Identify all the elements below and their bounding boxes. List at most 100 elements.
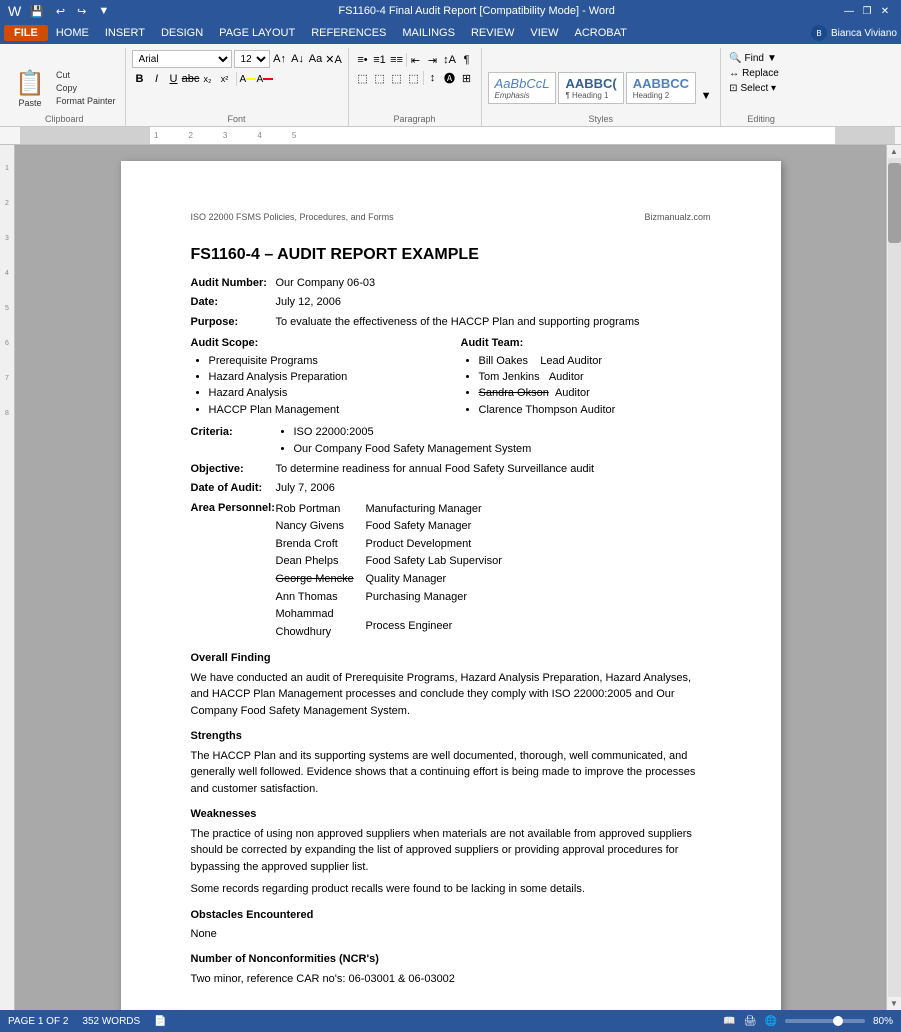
date-of-audit-row: Date of Audit: July 7, 2006 <box>191 481 711 496</box>
menu-file[interactable]: FILE <box>4 25 48 41</box>
borders-button[interactable]: ⊞ <box>459 70 475 86</box>
line-spacing-button[interactable]: ↕ <box>425 70 441 86</box>
grow-font-button[interactable]: A↑ <box>272 51 288 67</box>
numbering-button[interactable]: ≡1 <box>372 52 388 68</box>
user-name: Bianca Viviano <box>831 28 897 39</box>
find-dropdown-icon: ▼ <box>767 53 777 64</box>
text-highlight-button[interactable]: A <box>240 71 256 87</box>
bullets-button[interactable]: ≡• <box>355 52 371 68</box>
weaknesses-text2: Some records regarding product recalls w… <box>191 881 711 898</box>
font-group-label: Font <box>126 114 348 124</box>
personnel-title: Product Development <box>366 536 536 554</box>
menu-bar: FILE HOME INSERT DESIGN PAGE LAYOUT REFE… <box>0 22 901 44</box>
document-area[interactable]: ISO 22000 FSMS Policies, Procedures, and… <box>15 145 886 1010</box>
superscript-button[interactable]: x² <box>217 71 233 87</box>
purpose-label: Purpose: <box>191 315 276 330</box>
cut-button[interactable]: Cut <box>53 69 119 81</box>
format-painter-button[interactable]: Format Painter <box>53 95 119 107</box>
menu-view[interactable]: VIEW <box>522 25 566 41</box>
close-button[interactable]: ✕ <box>877 3 893 19</box>
date-of-audit-value: July 7, 2006 <box>276 481 335 496</box>
find-label: Find <box>745 53 764 64</box>
qat-redo[interactable]: ↪ <box>74 4 89 19</box>
align-buttons-row: ⬚ ⬚ ⬚ ⬚ ↕ 🅐 ⊞ <box>355 70 475 86</box>
sort-button[interactable]: ↕A <box>442 52 458 68</box>
audit-scope-label: Audit Scope: <box>191 336 441 351</box>
menu-page-layout[interactable]: PAGE LAYOUT <box>211 25 303 41</box>
decrease-indent-button[interactable]: ⇤ <box>408 52 424 68</box>
scrollbar-thumb[interactable] <box>888 163 901 243</box>
paste-icon: 📋 <box>15 69 45 98</box>
area-personnel-row: Area Personnel: Rob PortmanManufacturing… <box>191 501 711 642</box>
personnel-title: Food Safety Lab Supervisor <box>366 553 536 571</box>
title-bar-left: W 💾 ↩ ↪ ▼ <box>8 3 112 19</box>
minimize-button[interactable]: — <box>841 3 857 19</box>
bold-button[interactable]: B <box>132 71 148 87</box>
styles-more-button[interactable]: ▼ <box>698 88 714 104</box>
shrink-font-button[interactable]: A↓ <box>290 51 306 67</box>
menu-insert[interactable]: INSERT <box>97 25 153 41</box>
menu-review[interactable]: REVIEW <box>463 25 522 41</box>
separator <box>236 72 237 86</box>
restore-button[interactable]: ❐ <box>859 3 875 19</box>
personnel-name: Brenda Croft <box>276 536 366 554</box>
font-size-select[interactable]: 12 <box>234 50 270 68</box>
shading-button[interactable]: 🅐 <box>442 70 458 86</box>
view-web-icon[interactable]: 🌐 <box>765 1016 777 1027</box>
qat-undo[interactable]: ↩ <box>53 4 68 19</box>
subscript-button[interactable]: x₂ <box>200 71 216 87</box>
page: ISO 22000 FSMS Policies, Procedures, and… <box>121 161 781 1010</box>
scroll-down-button[interactable]: ▼ <box>888 997 900 1010</box>
menu-acrobat[interactable]: ACROBAT <box>566 25 634 41</box>
editing-group-label: Editing <box>721 114 801 124</box>
strikethrough-button[interactable]: abc <box>183 71 199 87</box>
date-of-audit-label: Date of Audit: <box>191 481 276 496</box>
align-left-button[interactable]: ⬚ <box>355 70 371 86</box>
styles-group: AaBbCcL Emphasis AABBC( ¶ Heading 1 AABB… <box>482 48 722 126</box>
align-right-button[interactable]: ⬚ <box>389 70 405 86</box>
justify-button[interactable]: ⬚ <box>406 70 422 86</box>
menu-mailings[interactable]: MAILINGS <box>394 25 463 41</box>
italic-button[interactable]: I <box>149 71 165 87</box>
right-scrollbar[interactable]: ▲ ▼ <box>886 145 901 1010</box>
view-print-icon[interactable]: 🖨 <box>744 1016 757 1027</box>
strengths-text: The HACCP Plan and its supporting system… <box>191 748 711 798</box>
list-item: Hazard Analysis Preparation <box>209 370 441 385</box>
audit-number-label: Audit Number: <box>191 276 276 291</box>
font-name-select[interactable]: Arial <box>132 50 232 68</box>
view-read-icon[interactable]: 📖 <box>723 1016 735 1027</box>
multilevel-list-button[interactable]: ≡≡ <box>389 52 405 68</box>
change-case-button[interactable]: Aa <box>308 51 324 67</box>
font-color-button[interactable]: A <box>257 71 273 87</box>
menu-design[interactable]: DESIGN <box>153 25 211 41</box>
clear-formatting-button[interactable]: ✕A <box>326 51 342 67</box>
criteria-list: ISO 22000:2005 Our Company Food Safety M… <box>294 425 532 457</box>
align-center-button[interactable]: ⬚ <box>372 70 388 86</box>
personnel-name: MohammadChowdhury <box>276 606 366 641</box>
clipboard-label: Clipboard <box>4 114 125 124</box>
zoom-slider[interactable] <box>785 1019 865 1023</box>
increase-indent-button[interactable]: ⇥ <box>425 52 441 68</box>
personnel-title: Food Safety Manager <box>366 518 536 536</box>
style-heading2[interactable]: AABBCC Heading 2 <box>626 72 696 104</box>
style-heading1[interactable]: AABBC( ¶ Heading 1 <box>558 72 623 104</box>
show-marks-button[interactable]: ¶ <box>459 52 475 68</box>
replace-button[interactable]: ↔ Replace <box>727 67 781 80</box>
underline-button[interactable]: U <box>166 71 182 87</box>
copy-button[interactable]: Copy <box>53 82 119 94</box>
scroll-up-button[interactable]: ▲ <box>888 145 900 158</box>
qat-dropdown[interactable]: ▼ <box>95 4 112 18</box>
style-emphasis[interactable]: AaBbCcL Emphasis <box>488 72 557 104</box>
menu-home[interactable]: HOME <box>48 25 97 41</box>
audit-team-list: Bill Oakes Lead Auditor Tom Jenkins Audi… <box>479 354 711 419</box>
user-info: B Bianca Viviano <box>811 25 897 41</box>
menu-references[interactable]: REFERENCES <box>303 25 394 41</box>
find-button[interactable]: 🔍 Find ▼ <box>727 52 779 65</box>
select-button[interactable]: ⊡ Select ▾ <box>727 82 778 95</box>
scrollbar-track[interactable] <box>888 158 901 997</box>
personnel-title: Quality Manager <box>366 571 536 589</box>
scope-team-section: Audit Scope: Prerequisite Programs Hazar… <box>191 336 711 419</box>
qat-save[interactable]: 💾 <box>27 4 47 19</box>
main-area: 1 2 3 4 5 6 7 8 ISO 22000 FSMS Policies,… <box>0 145 901 1010</box>
list-item: Hazard Analysis <box>209 386 441 401</box>
